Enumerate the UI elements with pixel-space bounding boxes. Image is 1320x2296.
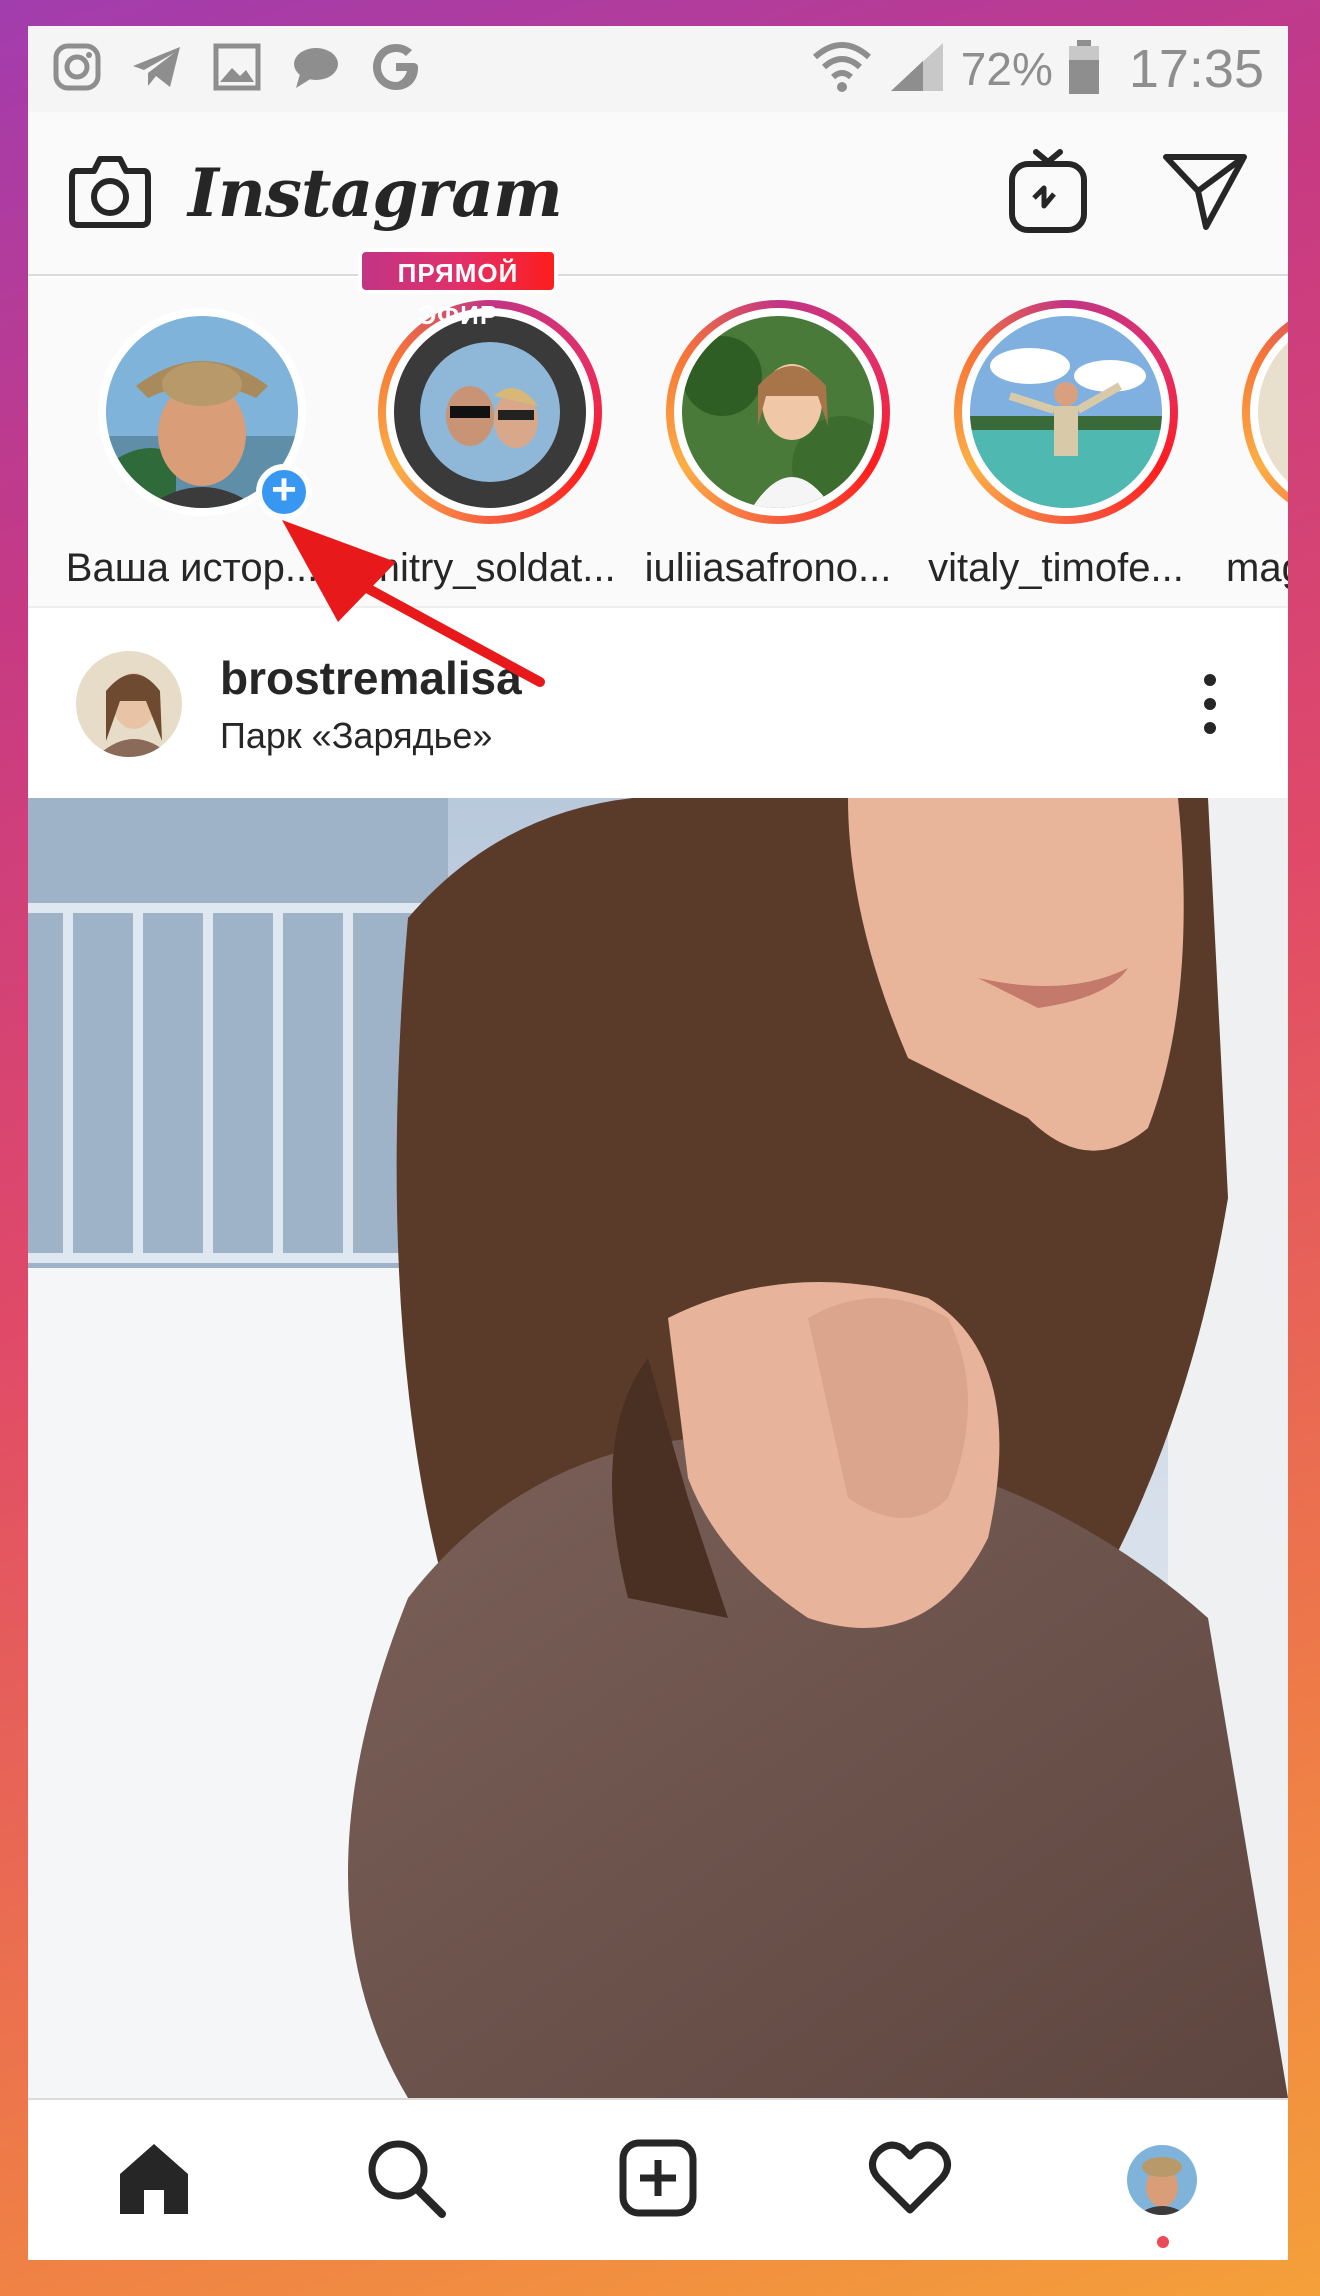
story-avatar xyxy=(394,316,586,508)
more-options-icon[interactable] xyxy=(1202,672,1218,741)
nav-new-post[interactable] xyxy=(598,2120,718,2240)
wifi-icon xyxy=(811,39,873,100)
instagram-logo: Instagram xyxy=(188,154,563,232)
nav-activity[interactable] xyxy=(850,2120,970,2240)
story-own[interactable]: + Ваша истор... xyxy=(48,278,336,606)
status-bar: 72% 17:35 xyxy=(28,26,1288,112)
post-header: brostremalisa Парк «Зарядье» xyxy=(28,610,1288,798)
story-avatar xyxy=(970,316,1162,508)
story-label: Ваша истор... xyxy=(65,546,319,590)
story-label: iuliiasafrono... xyxy=(644,546,892,590)
nav-profile[interactable] xyxy=(1102,2120,1222,2248)
notification-dot xyxy=(1157,2236,1169,2248)
story-label: dmitry_soldat... xyxy=(344,546,616,590)
battery-percent: 72% xyxy=(960,43,1053,95)
nav-home[interactable] xyxy=(94,2120,214,2240)
story-label: mag xyxy=(1226,546,1288,590)
system-status: 72% 17:35 xyxy=(811,38,1264,101)
app-header: Instagram xyxy=(28,112,1288,276)
igtv-icon[interactable] xyxy=(1008,148,1088,239)
telegram-icon xyxy=(130,42,184,97)
gallery-icon xyxy=(212,42,262,97)
nav-search[interactable] xyxy=(346,2120,466,2240)
profile-avatar xyxy=(1127,2145,1197,2215)
home-icon xyxy=(114,2138,194,2223)
post-author-avatar[interactable] xyxy=(76,651,182,757)
phone-screen: 72% 17:35 Instagram + Ваша истор... dmit… xyxy=(28,26,1288,2260)
add-story-button[interactable]: + xyxy=(256,464,312,520)
signal-icon xyxy=(887,39,947,100)
new-post-icon xyxy=(618,2138,698,2223)
heart-icon xyxy=(868,2140,952,2221)
post-location[interactable]: Парк «Зарядье» xyxy=(220,715,522,757)
bottom-nav xyxy=(28,2098,1288,2260)
story-item[interactable]: iuliiasafrono... xyxy=(624,278,912,606)
stories-tray[interactable]: + Ваша истор... dmitry_soldat... iuliias… xyxy=(28,278,1288,608)
direct-icon[interactable] xyxy=(1162,151,1248,236)
story-avatar-ring xyxy=(666,300,890,524)
story-item[interactable]: vitaly_timofe... xyxy=(912,278,1200,606)
notification-icons xyxy=(52,41,422,98)
camera-icon[interactable] xyxy=(68,153,152,234)
post-photo[interactable] xyxy=(28,798,1288,2098)
live-badge: ПРЯМОЙ ЭФИР xyxy=(358,248,558,330)
clock: 17:35 xyxy=(1128,39,1264,99)
story-avatar-ring xyxy=(954,300,1178,524)
story-avatar-ring xyxy=(1242,300,1288,524)
story-label: vitaly_timofe... xyxy=(928,546,1184,590)
google-icon xyxy=(370,41,422,98)
battery-icon xyxy=(1067,38,1101,101)
instagram-icon xyxy=(52,42,102,97)
post-username[interactable]: brostremalisa xyxy=(220,651,522,705)
message-icon xyxy=(290,42,342,97)
story-item[interactable]: mag xyxy=(1200,278,1288,606)
story-avatar xyxy=(682,316,874,508)
search-icon xyxy=(364,2136,448,2225)
story-avatar xyxy=(1258,316,1288,508)
